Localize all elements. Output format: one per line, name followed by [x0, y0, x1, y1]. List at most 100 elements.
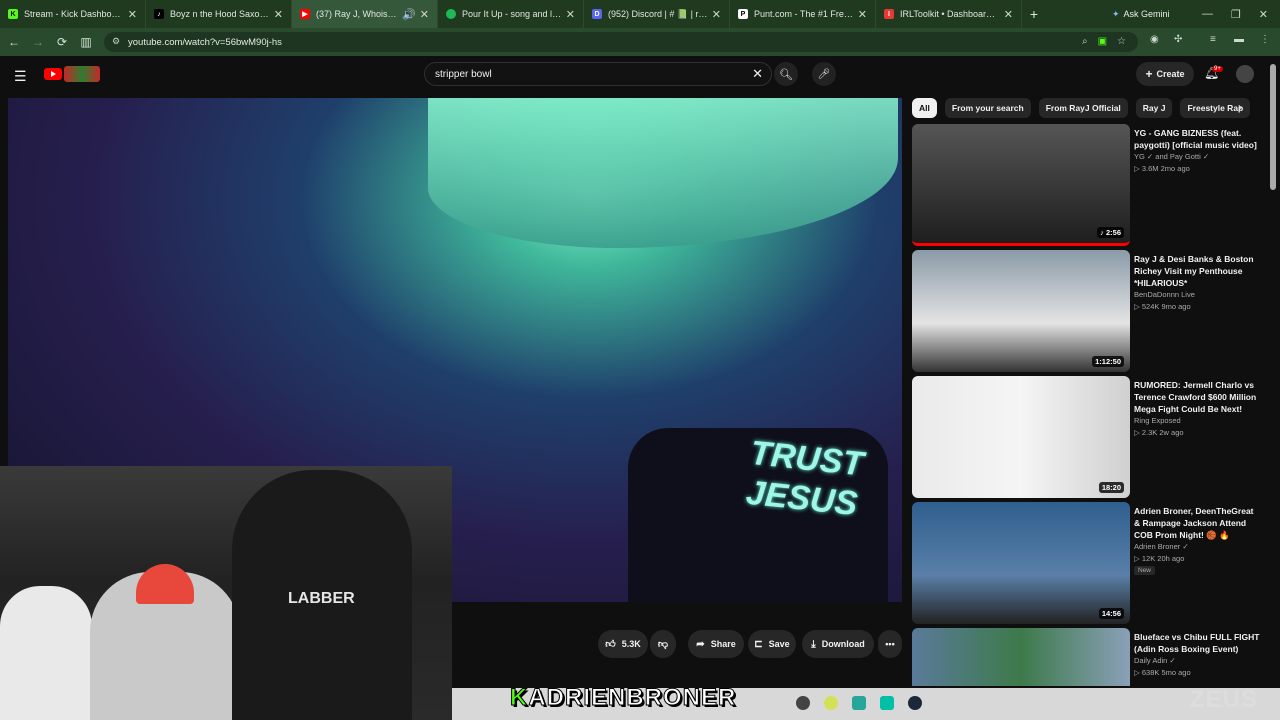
close-tab-icon[interactable]: ✕ [858, 8, 867, 21]
browser-tab[interactable]: ♪Boyz n the Hood Saxophone✕ [146, 0, 292, 28]
account-avatar[interactable] [1236, 65, 1254, 83]
chip-from-rayj-official[interactable]: From RayJ Official [1038, 98, 1128, 118]
chrome-taskbar-icon[interactable] [796, 696, 810, 710]
recommendation-item[interactable]: 14:56 Adrien Broner, DeenTheGreat & Ramp… [912, 502, 1272, 624]
close-tab-icon[interactable]: ✕ [274, 8, 283, 21]
hamburger-menu-icon[interactable]: ☰ [14, 68, 27, 85]
steam-taskbar-icon[interactable] [908, 696, 922, 710]
thumbs-up-icon: 👍︎ [605, 639, 616, 650]
extensions-icon[interactable]: ✣ [1174, 34, 1182, 45]
new-badge: New [1134, 566, 1156, 575]
menu-dots-icon[interactable]: ⋮ [1260, 34, 1270, 45]
browser-tab[interactable]: Pour It Up - song and lyrics ✕ [438, 0, 584, 28]
clear-search-icon[interactable]: ✕ [752, 66, 763, 82]
voice-search-button[interactable]: 🎤︎ [812, 62, 836, 86]
webcam-person [0, 586, 92, 720]
video-title[interactable]: Ray J & Desi Banks & Boston Richey Visit… [1134, 253, 1260, 289]
address-bar[interactable]: ⚙ youtube.com/watch?v=56bwM90j-hs ⌕ ▣ ☆ [104, 32, 1138, 52]
side-panel-icon[interactable]: ▥ [74, 35, 98, 49]
video-thumbnail[interactable]: ♪ 2:56 [912, 124, 1130, 246]
like-button[interactable]: 👍︎ 5.3K [598, 630, 648, 658]
url-text: youtube.com/watch?v=56bwM90j-hs [128, 36, 282, 48]
close-tab-icon[interactable]: ✕ [420, 8, 429, 21]
back-icon[interactable]: ← [2, 35, 26, 49]
reload-icon[interactable]: ⟳ [50, 35, 74, 49]
recommendation-item[interactable]: 1:12:50 Ray J & Desi Banks & Boston Rich… [912, 250, 1272, 372]
video-actions: 👍︎ 5.3K 👎︎ ➦ Share ⊏ Save ⤓ Download ••• [452, 630, 902, 658]
maximize-icon[interactable]: ❐ [1231, 8, 1241, 21]
chevron-right-icon[interactable]: › [1238, 100, 1242, 114]
chip-all[interactable]: All [912, 98, 937, 118]
profile-avatar-icon[interactable]: ▬ [1234, 34, 1244, 45]
download-button[interactable]: ⤓ Download [802, 630, 874, 658]
search-query: stripper bowl [435, 68, 492, 80]
install-icon[interactable]: ▣ [1098, 36, 1107, 47]
search-input[interactable]: stripper bowl ✕ [424, 62, 772, 86]
video-title[interactable]: RUMORED: Jermell Charlo vs Terence Crawf… [1134, 379, 1260, 415]
video-title[interactable]: Adrien Broner, DeenTheGreat & Rampage Ja… [1134, 505, 1260, 541]
video-title[interactable]: YG - GANG BIZNESS (feat. paygotti) [offi… [1134, 127, 1260, 151]
chip-ray-j[interactable]: Ray J [1135, 98, 1173, 118]
channel-name[interactable]: Ring Exposed [1134, 416, 1181, 425]
share-button[interactable]: ➦ Share [688, 630, 744, 658]
ask-gemini-button[interactable]: ✦ Ask Gemini [1104, 5, 1178, 23]
channel-name[interactable]: Daily Adin ✓ [1134, 656, 1176, 665]
speaker-icon[interactable]: 🔊 [402, 8, 416, 21]
site-info-icon[interactable]: ⚙ [112, 36, 120, 47]
channel-name[interactable]: BenDaDonnn Live [1134, 290, 1195, 299]
bookmark-star-icon[interactable]: ☆ [1117, 36, 1126, 47]
video-thumbnail[interactable]: 14:56 [912, 502, 1130, 624]
video-title[interactable]: Blueface vs Chibu FULL FIGHT (Adin Ross … [1134, 631, 1260, 655]
channel-name[interactable]: YG ✓ and Pay Gotti ✓ [1134, 152, 1209, 161]
recommendation-item[interactable]: Blueface vs Chibu FULL FIGHT (Adin Ross … [912, 628, 1272, 686]
new-tab-button[interactable]: + [1022, 6, 1046, 22]
dislike-button[interactable]: 👎︎ [650, 630, 676, 658]
video-thumbnail[interactable]: 18:20 [912, 376, 1130, 498]
streamer-name-overlay: KADRIENBRONER [509, 684, 737, 712]
video-shirt-text: TRUST JESUS [744, 433, 866, 524]
youtube-logo[interactable] [44, 68, 62, 80]
browser-tab[interactable]: PPunt.com - The #1 Free to P✕ [730, 0, 876, 28]
minimize-icon[interactable]: — [1202, 8, 1213, 20]
save-button[interactable]: ⊏ Save [748, 630, 796, 658]
recommendation-item[interactable]: 18:20 RUMORED: Jermell Charlo vs Terence… [912, 376, 1272, 498]
thumbs-down-icon: 👎︎ [657, 639, 669, 650]
discord-icon: D [592, 9, 602, 19]
chip-from-your-search[interactable]: From your search [944, 98, 1031, 118]
plus-icon: + [1145, 67, 1153, 81]
more-actions-button[interactable]: ••• [878, 630, 902, 658]
channel-brand-logo [64, 66, 100, 82]
app-taskbar-icon[interactable] [880, 696, 894, 710]
channel-name[interactable]: Adrien Broner ✓ [1134, 542, 1189, 551]
share-icon: ➦ [696, 638, 705, 650]
close-tab-icon[interactable]: ✕ [712, 8, 721, 21]
close-window-icon[interactable]: ✕ [1259, 8, 1268, 21]
tiktok-icon: ♪ [154, 9, 164, 19]
kick-icon: K [8, 9, 18, 19]
create-button[interactable]: + Create [1136, 62, 1194, 86]
close-tab-icon[interactable]: ✕ [1004, 8, 1013, 21]
app-taskbar-icon[interactable] [852, 696, 866, 710]
app-taskbar-icon[interactable] [824, 696, 838, 710]
duration-badge: 18:20 [1098, 482, 1124, 493]
video-frame-light [428, 98, 898, 248]
page-scrollbar[interactable] [1270, 64, 1276, 190]
video-thumbnail[interactable]: 1:12:50 [912, 250, 1130, 372]
webcam-overlay: LABBER [0, 466, 452, 720]
forward-icon[interactable]: → [26, 35, 50, 49]
view-meta: ▷ 524K 9mo ago [1134, 302, 1191, 311]
zoom-icon[interactable]: ⌕ [1082, 36, 1088, 47]
media-icon[interactable]: ≡ [1210, 34, 1216, 45]
browser-tab-active[interactable]: ▶(37) Ray J, WhoisTruth🔊✕ [292, 0, 438, 28]
browser-tab[interactable]: I IRLToolkit • Dashboard Log ✕ [876, 0, 1022, 28]
search-button[interactable]: 🔍︎ [774, 62, 798, 86]
close-tab-icon[interactable]: ✕ [566, 8, 575, 21]
browser-tab[interactable]: D (952) Discord | # 📗 | reacti ✕ [584, 0, 730, 28]
recommendation-item[interactable]: ♪ 2:56 YG - GANG BIZNESS (feat. paygotti… [912, 124, 1272, 246]
duration-badge: 1:12:50 [1092, 356, 1124, 367]
profile-extension-icon[interactable]: ◉ [1150, 34, 1159, 45]
video-thumbnail[interactable] [912, 628, 1130, 686]
close-tab-icon[interactable]: ✕ [128, 8, 137, 21]
browser-tab[interactable]: K Stream - Kick Dashboard ✕ [0, 0, 146, 28]
window-controls: — ❐ ✕ [1202, 0, 1280, 28]
